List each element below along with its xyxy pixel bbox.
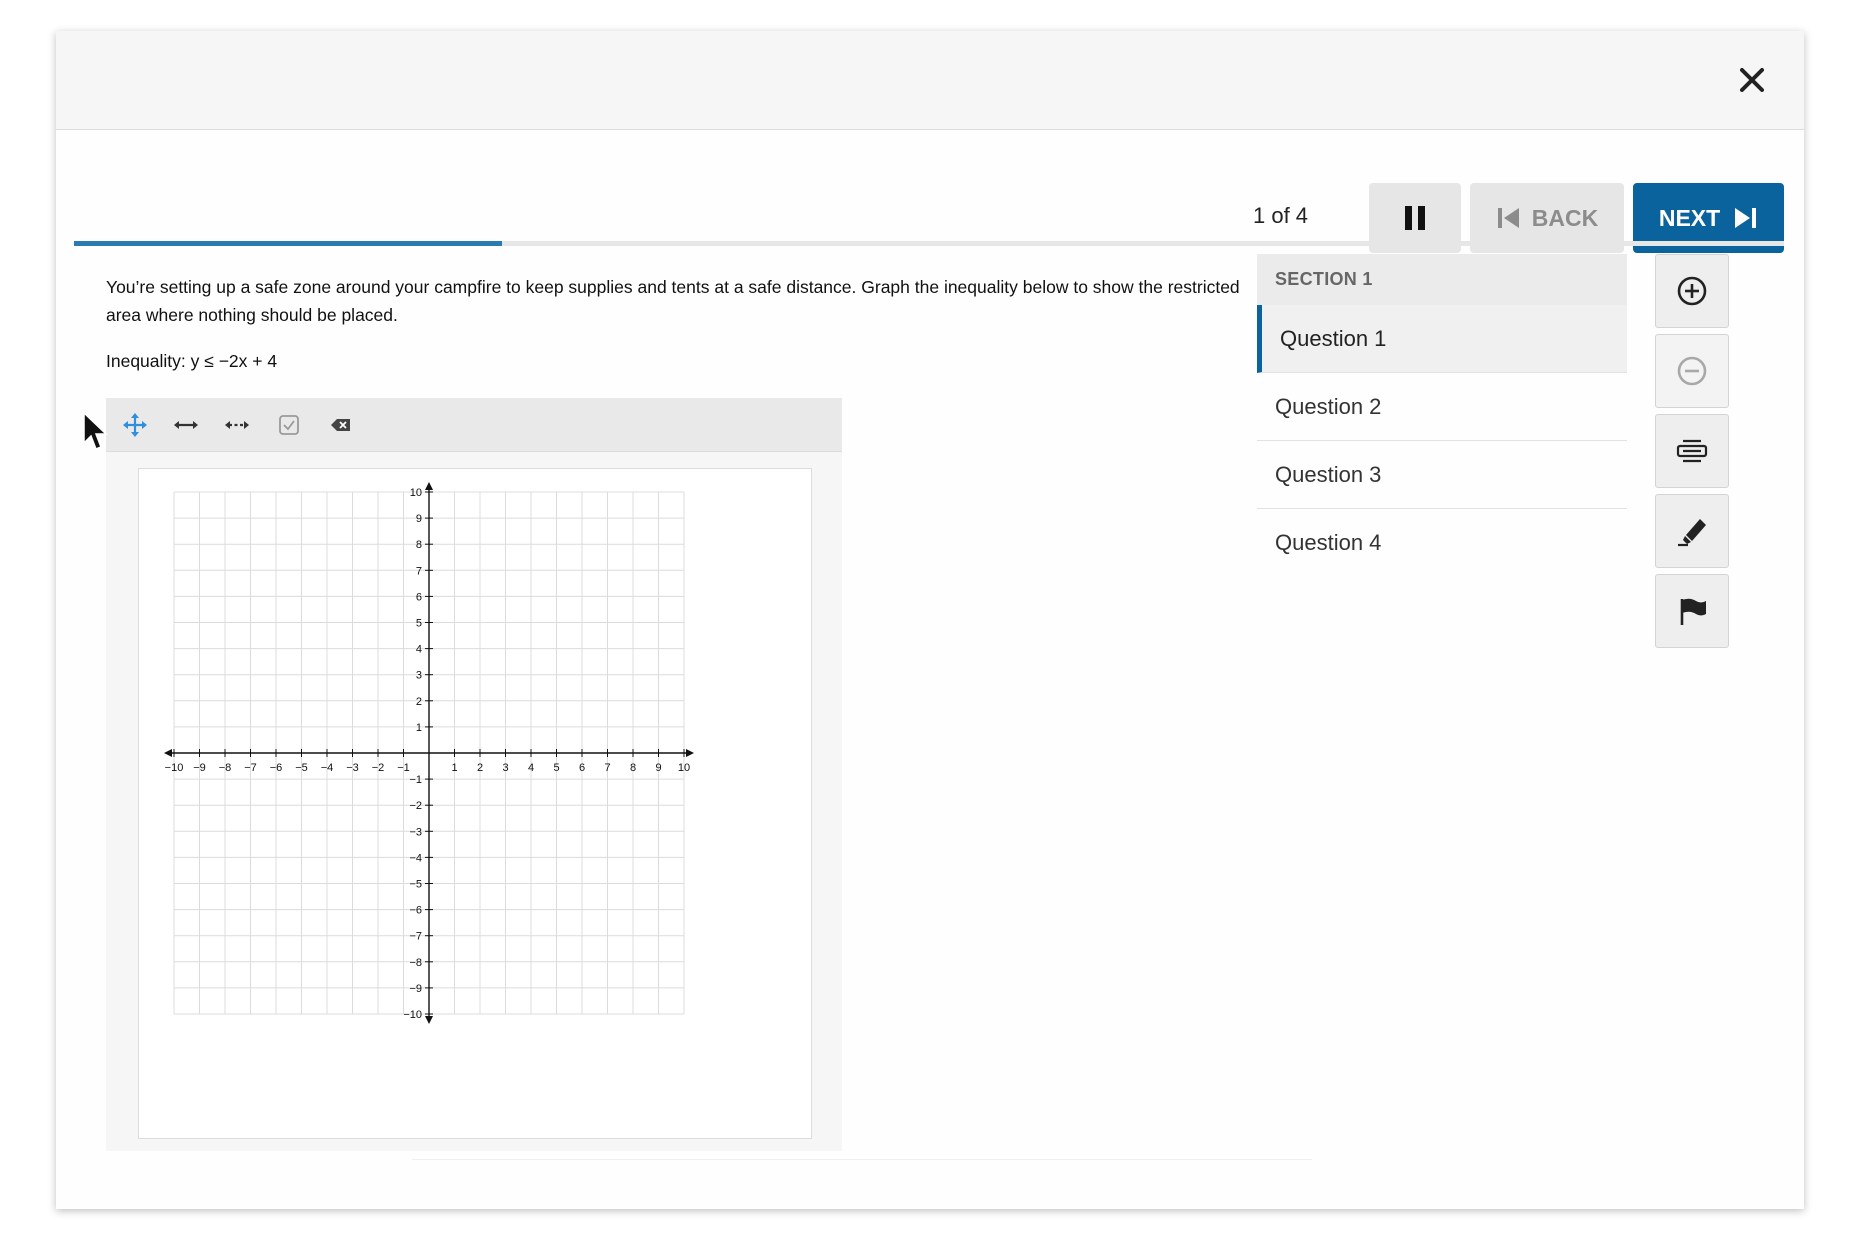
question-counter: 1 of 4 [1253, 203, 1309, 228]
section-title: SECTION 1 [1257, 254, 1627, 305]
y-axis-arrow-up [425, 482, 433, 490]
check-tool-button[interactable] [276, 412, 302, 438]
question-nav-label: Question 4 [1275, 530, 1382, 555]
y-tick-label: 3 [416, 670, 422, 682]
skip-back-icon [1497, 208, 1519, 228]
x-tick-label: 3 [502, 762, 508, 774]
y-tick-label: 1 [416, 722, 422, 734]
y-tick-label: −6 [409, 905, 422, 917]
x-tick-label: −6 [270, 762, 283, 774]
coordinate-plane[interactable]: −10 −9 −8 −7 −6 −5 −4 −3 −2 −1 1 2 3 4 5 6 7 8 9 10 10 9 8 7 6 5 4… [138, 468, 812, 1139]
test-window: 1 of 4 BACK NEXT You’re setting up a saf… [56, 31, 1804, 1209]
x-tick-label: 4 [528, 762, 534, 774]
close-icon [1740, 68, 1764, 92]
y-tick-label: 10 [410, 487, 422, 499]
question-navigator: SECTION 1 Question 1 Question 2 Question… [1257, 254, 1627, 577]
y-tick-label: 5 [416, 618, 422, 630]
x-tick-label: 7 [604, 762, 610, 774]
delete-tool-button[interactable] [328, 412, 354, 438]
delete-tool-icon [331, 419, 350, 431]
y-tick-label: −8 [409, 957, 422, 969]
x-axis-arrow-left [164, 749, 172, 757]
top-bar [56, 31, 1804, 130]
highlighter-button[interactable] [1655, 494, 1729, 568]
progress-bar [74, 241, 1784, 246]
y-tick-label: −4 [409, 852, 422, 864]
y-tick-label: −7 [409, 931, 422, 943]
flag-button[interactable] [1655, 574, 1729, 648]
move-tool-icon [123, 413, 147, 437]
dashed-line-tool-button[interactable] [224, 412, 250, 438]
x-axis-arrow-right [686, 749, 694, 757]
y-tick-label: 6 [416, 591, 422, 603]
coordinate-grid[interactable]: −10 −9 −8 −7 −6 −5 −4 −3 −2 −1 1 2 3 4 5 6 7 8 9 10 10 9 8 7 6 5 4… [139, 469, 811, 1138]
line-reader-icon [1676, 439, 1708, 463]
y-tick-label: −1 [409, 774, 422, 786]
y-tick-label: −9 [409, 983, 422, 995]
highlighter-icon [1678, 519, 1706, 547]
question-prompt: You’re setting up a safe zone around you… [106, 277, 1240, 325]
x-tick-label: 6 [579, 762, 585, 774]
x-tick-label: −5 [295, 762, 308, 774]
x-tick-label: 10 [678, 762, 690, 774]
x-tick-label: −2 [372, 762, 385, 774]
y-tick-label: 9 [416, 513, 422, 525]
x-tick-label: 8 [630, 762, 636, 774]
flag-icon [1680, 598, 1706, 625]
zoom-in-icon [1677, 276, 1707, 306]
y-tick-label: 4 [416, 644, 422, 656]
x-tick-label: −9 [193, 762, 206, 774]
zoom-out-button[interactable] [1655, 334, 1729, 408]
zoom-in-button[interactable] [1655, 254, 1729, 328]
line-tool-button[interactable] [173, 412, 199, 438]
x-tick-label: 5 [553, 762, 559, 774]
zoom-out-icon [1677, 356, 1707, 386]
question-nav-item-3[interactable]: Question 3 [1257, 441, 1627, 509]
y-tick-label: 8 [416, 539, 422, 551]
question-nav-label: Question 3 [1275, 461, 1382, 487]
back-label: BACK [1531, 204, 1599, 231]
close-button[interactable] [1730, 58, 1774, 102]
x-tick-label: −1 [397, 762, 410, 774]
y-tick-label: −5 [409, 879, 422, 891]
inequality-text: Inequality: y ≤ −2x + 4 [106, 351, 278, 371]
x-tick-label: 9 [655, 762, 661, 774]
next-label: NEXT [1658, 204, 1721, 231]
progress-fill [74, 241, 502, 246]
x-tick-label: −3 [346, 762, 359, 774]
line-reader-button[interactable] [1655, 414, 1729, 488]
divider [412, 1159, 1312, 1160]
question-nav-label: Question 2 [1275, 393, 1382, 419]
graphing-tool-panel: −10 −9 −8 −7 −6 −5 −4 −3 −2 −1 1 2 3 4 5 6 7 8 9 10 10 9 8 7 6 5 4… [106, 398, 842, 1151]
dashed-line-tool-icon [225, 421, 249, 429]
move-tool-button[interactable] [122, 412, 148, 438]
x-tick-label: 1 [451, 762, 457, 774]
question-nav-item-1[interactable]: Question 1 [1257, 305, 1627, 373]
y-tick-label: −10 [403, 1009, 422, 1021]
navigation-row: 1 of 4 BACK NEXT [56, 130, 1804, 270]
y-tick-label: 7 [416, 565, 422, 577]
line-tool-icon [174, 421, 198, 429]
pause-icon [1405, 206, 1425, 230]
y-tick-label: 2 [416, 696, 422, 708]
x-tick-label: −8 [219, 762, 232, 774]
x-tick-label: 2 [477, 762, 483, 774]
y-tick-label: −2 [409, 800, 422, 812]
x-tick-label: −4 [321, 762, 334, 774]
y-axis-arrow-down [425, 1016, 433, 1024]
x-tick-label: −7 [244, 762, 257, 774]
question-nav-item-2[interactable]: Question 2 [1257, 373, 1627, 441]
question-nav-item-4[interactable]: Question 4 [1257, 509, 1627, 577]
mouse-pointer-icon [83, 411, 108, 450]
question-nav-label: Question 1 [1280, 325, 1387, 351]
accessibility-toolbar [1655, 254, 1729, 654]
check-tool-icon [279, 415, 299, 435]
graph-toolbar [106, 398, 842, 452]
x-tick-label: −10 [165, 762, 184, 774]
y-tick-label: −3 [409, 826, 422, 838]
skip-forward-icon [1735, 208, 1757, 228]
